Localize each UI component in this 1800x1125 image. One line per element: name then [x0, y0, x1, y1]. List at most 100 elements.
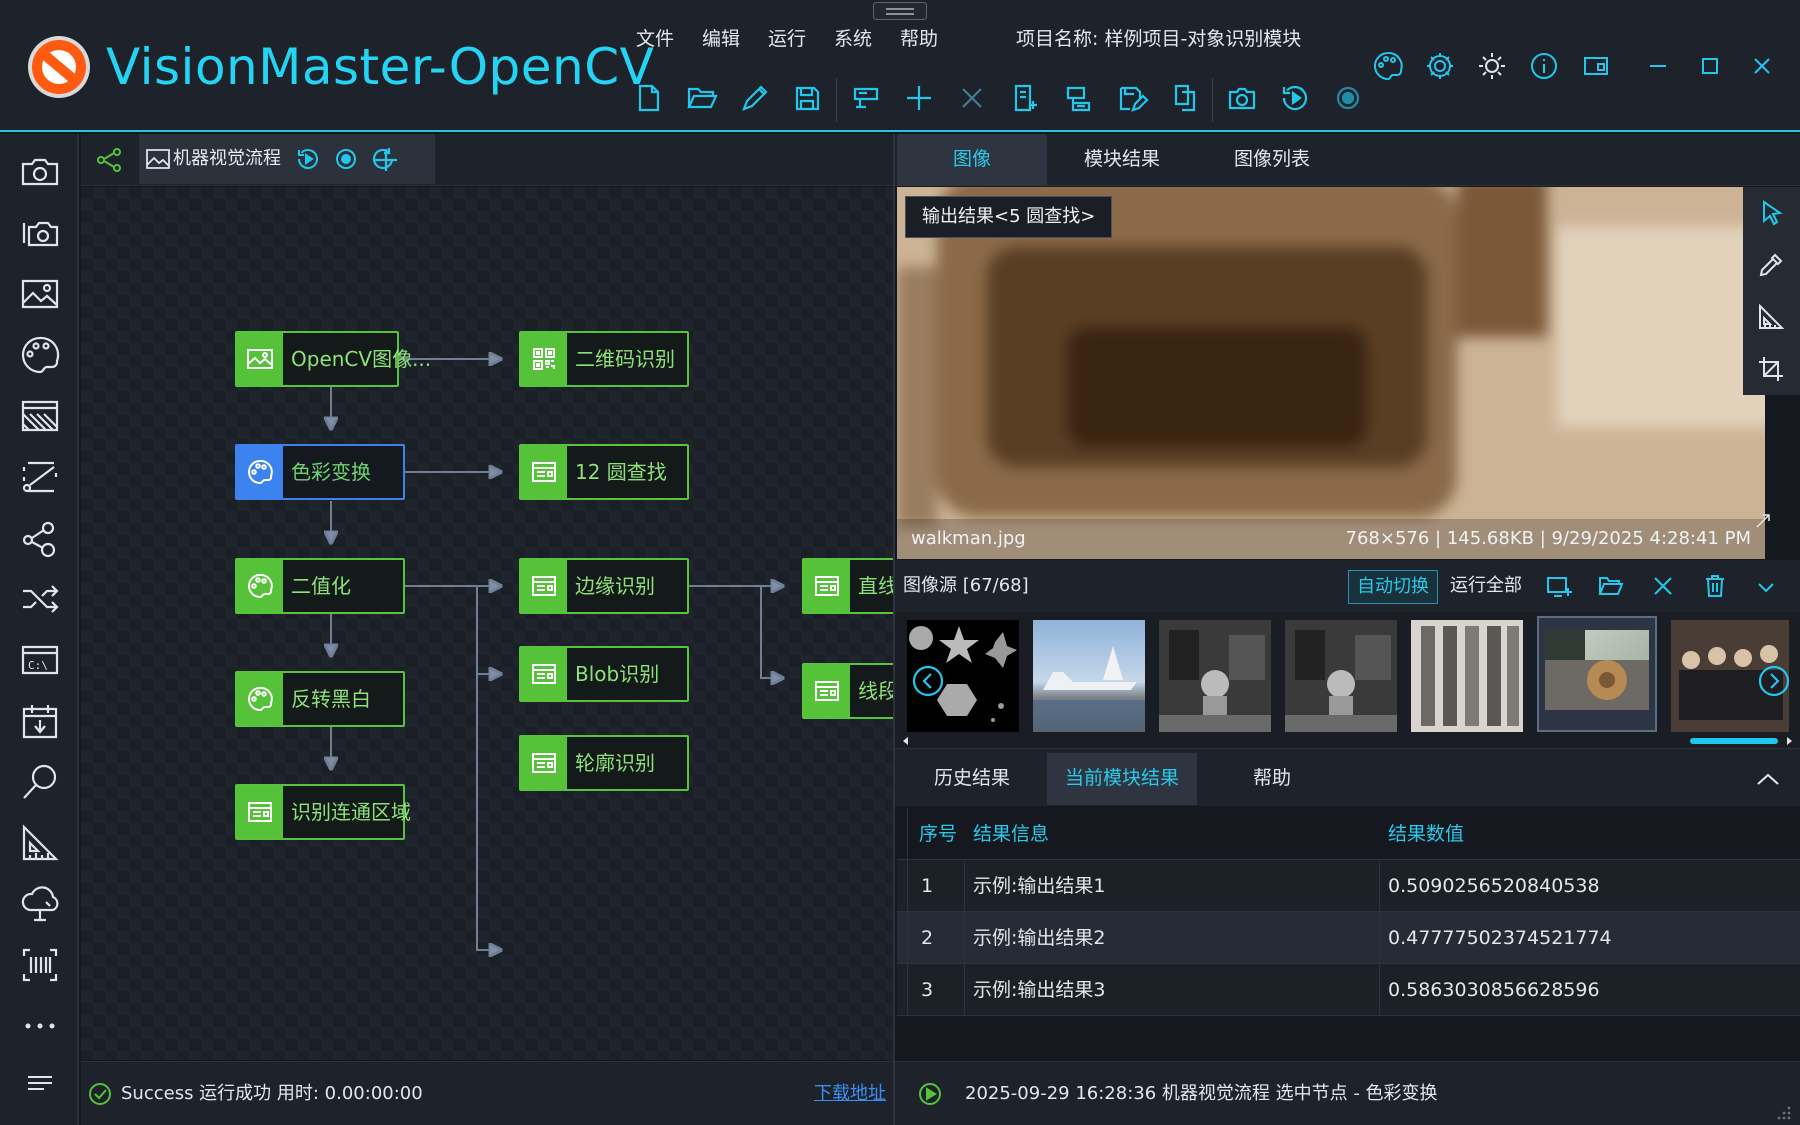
- menu-file[interactable]: 文件: [636, 24, 674, 51]
- barcode-scan-icon[interactable]: [18, 943, 62, 987]
- flow-node-binarize[interactable]: 二值化: [235, 558, 405, 614]
- device-icon[interactable]: [846, 78, 886, 118]
- flow-node-contour[interactable]: 轮廓识别: [519, 735, 689, 791]
- palette-icon[interactable]: [1370, 48, 1406, 84]
- flow-node-color-transform[interactable]: 色彩变换: [235, 444, 405, 500]
- layers-icon[interactable]: [1058, 78, 1098, 118]
- graph-icon[interactable]: [18, 516, 62, 560]
- table-row[interactable]: 2 示例:输出结果2 0.47777502374521774: [897, 912, 1800, 964]
- flow-node-connected-region[interactable]: 识别连通区域: [235, 784, 411, 840]
- image-viewer[interactable]: [897, 187, 1765, 559]
- delete-icon[interactable]: [952, 78, 992, 118]
- flow-node-line[interactable]: 直线: [802, 558, 893, 614]
- run-once-icon[interactable]: [1275, 78, 1315, 118]
- tab-image[interactable]: 图像: [897, 134, 1047, 186]
- filter-icon[interactable]: [18, 394, 62, 438]
- color-palette-icon[interactable]: [18, 333, 62, 377]
- tab-module-result[interactable]: 模块结果: [1047, 134, 1197, 186]
- flow-node-circle-find[interactable]: 12 圆查找: [519, 444, 689, 500]
- chevron-down-icon[interactable]: [1753, 574, 1779, 600]
- save-as-icon[interactable]: [1111, 78, 1151, 118]
- more-icon[interactable]: [18, 1004, 62, 1048]
- download-link[interactable]: 下载地址: [814, 1062, 886, 1125]
- thumbnail-prev-icon[interactable]: [911, 664, 945, 698]
- add-icon[interactable]: [899, 78, 939, 118]
- tab-history-results[interactable]: 历史结果: [897, 753, 1047, 805]
- tab-current-module-results[interactable]: 当前模块结果: [1047, 753, 1197, 805]
- camera-icon[interactable]: [18, 150, 62, 194]
- thumbnail[interactable]: [1285, 620, 1397, 732]
- cut-measure-icon[interactable]: [18, 455, 62, 499]
- menu-system[interactable]: 系统: [834, 24, 872, 51]
- table-row[interactable]: 1 示例:输出结果1 0.5090256520840538: [897, 860, 1800, 912]
- close-icon[interactable]: [1744, 48, 1780, 84]
- run-all-button[interactable]: 运行全部: [1450, 560, 1522, 612]
- thumbnail-selected[interactable]: [1537, 616, 1657, 732]
- tab-image-list[interactable]: 图像列表: [1197, 134, 1347, 186]
- scroll-right-icon[interactable]: [1784, 736, 1794, 746]
- terminal-icon[interactable]: C:\: [18, 638, 62, 682]
- ruler-icon[interactable]: [18, 821, 62, 865]
- thumbnail-strip[interactable]: [895, 612, 1800, 734]
- project-name: 项目名称: 样例项目-对象识别模块: [1016, 24, 1301, 51]
- table-row[interactable]: 3 示例:输出结果3 0.5863030856628596: [897, 964, 1800, 1016]
- eyedropper-icon[interactable]: [1755, 249, 1787, 281]
- flow-node-invert[interactable]: 反转黑白: [235, 671, 405, 727]
- menu-help[interactable]: 帮助: [900, 24, 938, 51]
- window-drag-handle[interactable]: [873, 2, 927, 20]
- trash-icon[interactable]: [1701, 572, 1729, 600]
- flow-canvas[interactable]: OpenCV图像... 二维码识别 色彩变换 12 圆查找 二值化 边缘识别 直…: [81, 187, 893, 1060]
- thumbnail-next-icon[interactable]: [1757, 664, 1791, 698]
- open-folder-icon[interactable]: [681, 78, 721, 118]
- multi-camera-icon[interactable]: [18, 211, 62, 255]
- pointer-icon[interactable]: [1755, 197, 1787, 229]
- chevron-up-icon[interactable]: [1753, 765, 1783, 795]
- record-icon[interactable]: [333, 146, 359, 172]
- flow-node-edge-detect[interactable]: 边缘识别: [519, 558, 689, 614]
- minimize-icon[interactable]: [1640, 48, 1676, 84]
- maximize-icon[interactable]: [1692, 48, 1728, 84]
- menu-edit[interactable]: 编辑: [702, 24, 740, 51]
- save-icon[interactable]: [787, 78, 827, 118]
- ruler-icon[interactable]: [1755, 301, 1787, 333]
- thumbnail-scrollbar[interactable]: [895, 734, 1800, 748]
- info-icon[interactable]: [1526, 48, 1562, 84]
- scroll-left-icon[interactable]: [901, 736, 911, 746]
- camera-icon[interactable]: [1222, 78, 1262, 118]
- copy-icon[interactable]: [1164, 78, 1204, 118]
- new-file-icon[interactable]: [628, 78, 668, 118]
- shuffle-icon[interactable]: [18, 577, 62, 621]
- expand-icon[interactable]: [1752, 510, 1774, 532]
- run-flow-icon[interactable]: [295, 146, 321, 172]
- thumbnail[interactable]: [1159, 620, 1271, 732]
- cloud-icon[interactable]: [18, 882, 62, 926]
- scrollbar-thumb[interactable]: [1690, 738, 1778, 744]
- connector: [476, 586, 501, 950]
- add-tab-icon[interactable]: [371, 145, 401, 175]
- thumbnail[interactable]: [1033, 620, 1145, 732]
- tab-help[interactable]: 帮助: [1197, 753, 1347, 805]
- layout-icon[interactable]: [1578, 48, 1614, 84]
- theme-icon[interactable]: [1474, 48, 1510, 84]
- edit-icon[interactable]: [734, 78, 774, 118]
- calendar-icon[interactable]: [18, 699, 62, 743]
- menu-icon[interactable]: [18, 1061, 62, 1105]
- flow-node-segment[interactable]: 线段: [802, 663, 893, 719]
- resize-grip-icon[interactable]: [1773, 1102, 1793, 1122]
- record-icon[interactable]: [1328, 78, 1368, 118]
- add-image-icon[interactable]: [1545, 572, 1573, 600]
- settings-icon[interactable]: [1422, 48, 1458, 84]
- thumbnail[interactable]: [1411, 620, 1523, 732]
- add-document-icon[interactable]: [1005, 78, 1045, 118]
- flow-node-qr-code[interactable]: 二维码识别: [519, 331, 689, 387]
- menu-run[interactable]: 运行: [768, 24, 806, 51]
- open-folder-icon[interactable]: [1597, 572, 1625, 600]
- search-icon[interactable]: [18, 760, 62, 804]
- crop-icon[interactable]: [1755, 353, 1787, 385]
- image-icon[interactable]: [18, 272, 62, 316]
- flow-node-blob[interactable]: Blob识别: [519, 646, 689, 702]
- flow-node-opencv-image[interactable]: OpenCV图像...: [235, 331, 431, 387]
- auto-switch-toggle[interactable]: 自动切换: [1348, 570, 1438, 604]
- flow-tree-icon[interactable]: [95, 146, 123, 174]
- remove-icon[interactable]: [1649, 572, 1677, 600]
